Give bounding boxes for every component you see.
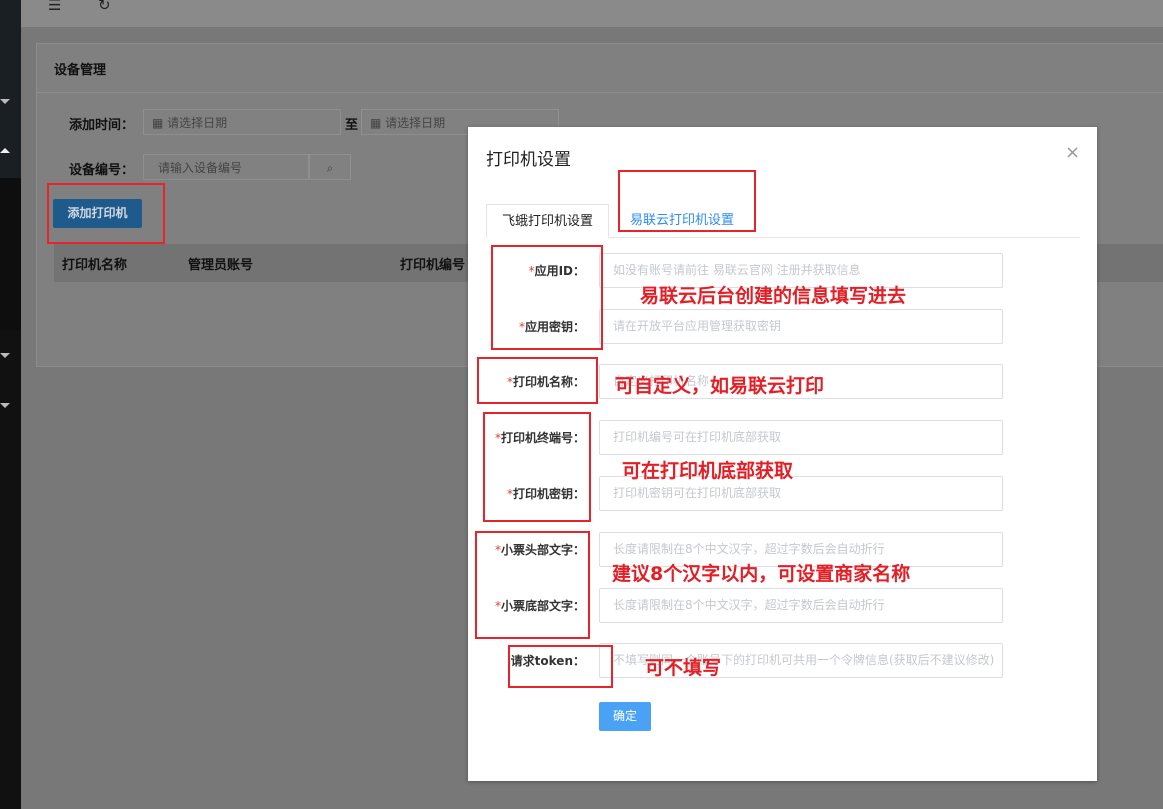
annotation-box (618, 170, 756, 232)
table-header-cell: 管理员账号 (188, 258, 254, 273)
top-bar: ☰ ↻ (21, 0, 1163, 27)
annotation-box (508, 645, 613, 688)
annotation-box (475, 531, 590, 639)
sidebar (0, 0, 21, 809)
refresh-icon[interactable]: ↻ (98, 0, 111, 14)
table-header-cell: 打印机编号 (400, 258, 466, 273)
chevron-down-icon[interactable] (0, 403, 10, 408)
calendar-icon: ▦ (152, 116, 168, 130)
modal-title: 打印机设置 (486, 150, 571, 170)
calendar-icon: ▦ (370, 116, 386, 130)
table-header-cell: 打印机名称 (62, 258, 128, 273)
tab-feie-printer[interactable]: 飞蛾打印机设置 (486, 204, 610, 238)
chevron-down-icon[interactable] (0, 99, 10, 104)
add-time-label: 添加时间： (69, 118, 135, 133)
device-no-input[interactable]: 请输入设备编号 (143, 154, 309, 180)
annotation-box (477, 357, 598, 404)
app-secret-input[interactable]: 请在开放平台应用管理获取密钥 (599, 309, 1003, 344)
device-no-label: 设备编号： (69, 163, 135, 178)
annotation-text: 可在打印机底部获取 (622, 460, 794, 482)
date-separator: 至 (345, 118, 359, 133)
search-icon: ⌕ (326, 161, 334, 175)
sidebar-lower-area (0, 330, 21, 809)
menu-fold-icon[interactable]: ☰ (48, 0, 61, 14)
terminal-no-input[interactable]: 打印机编号可在打印机底部获取 (599, 420, 1003, 455)
annotation-text: 可自定义，如易联云打印 (615, 375, 825, 397)
confirm-button[interactable]: 确定 (599, 702, 651, 731)
close-icon[interactable]: × (1065, 142, 1080, 163)
receipt-footer-input[interactable]: 长度请限制在8个中文汉字，超过字数后会自动折行 (599, 588, 1003, 623)
page-title: 设备管理 (54, 63, 107, 78)
annotation-text: 易联云后台创建的信息填写进去 (640, 285, 907, 307)
annotation-box (47, 183, 165, 244)
chevron-down-icon[interactable] (0, 353, 10, 358)
chevron-up-icon[interactable] (0, 148, 10, 153)
annotation-box (491, 245, 603, 350)
annotation-text: 建议8个汉字以内，可设置商家名称 (612, 563, 911, 585)
annotation-box (483, 412, 591, 522)
start-date-input[interactable]: ▦ 请选择日期 (143, 109, 341, 135)
divider (37, 92, 1163, 93)
search-button[interactable]: ⌕ (309, 154, 351, 180)
annotation-text: 可不填写 (645, 657, 722, 679)
